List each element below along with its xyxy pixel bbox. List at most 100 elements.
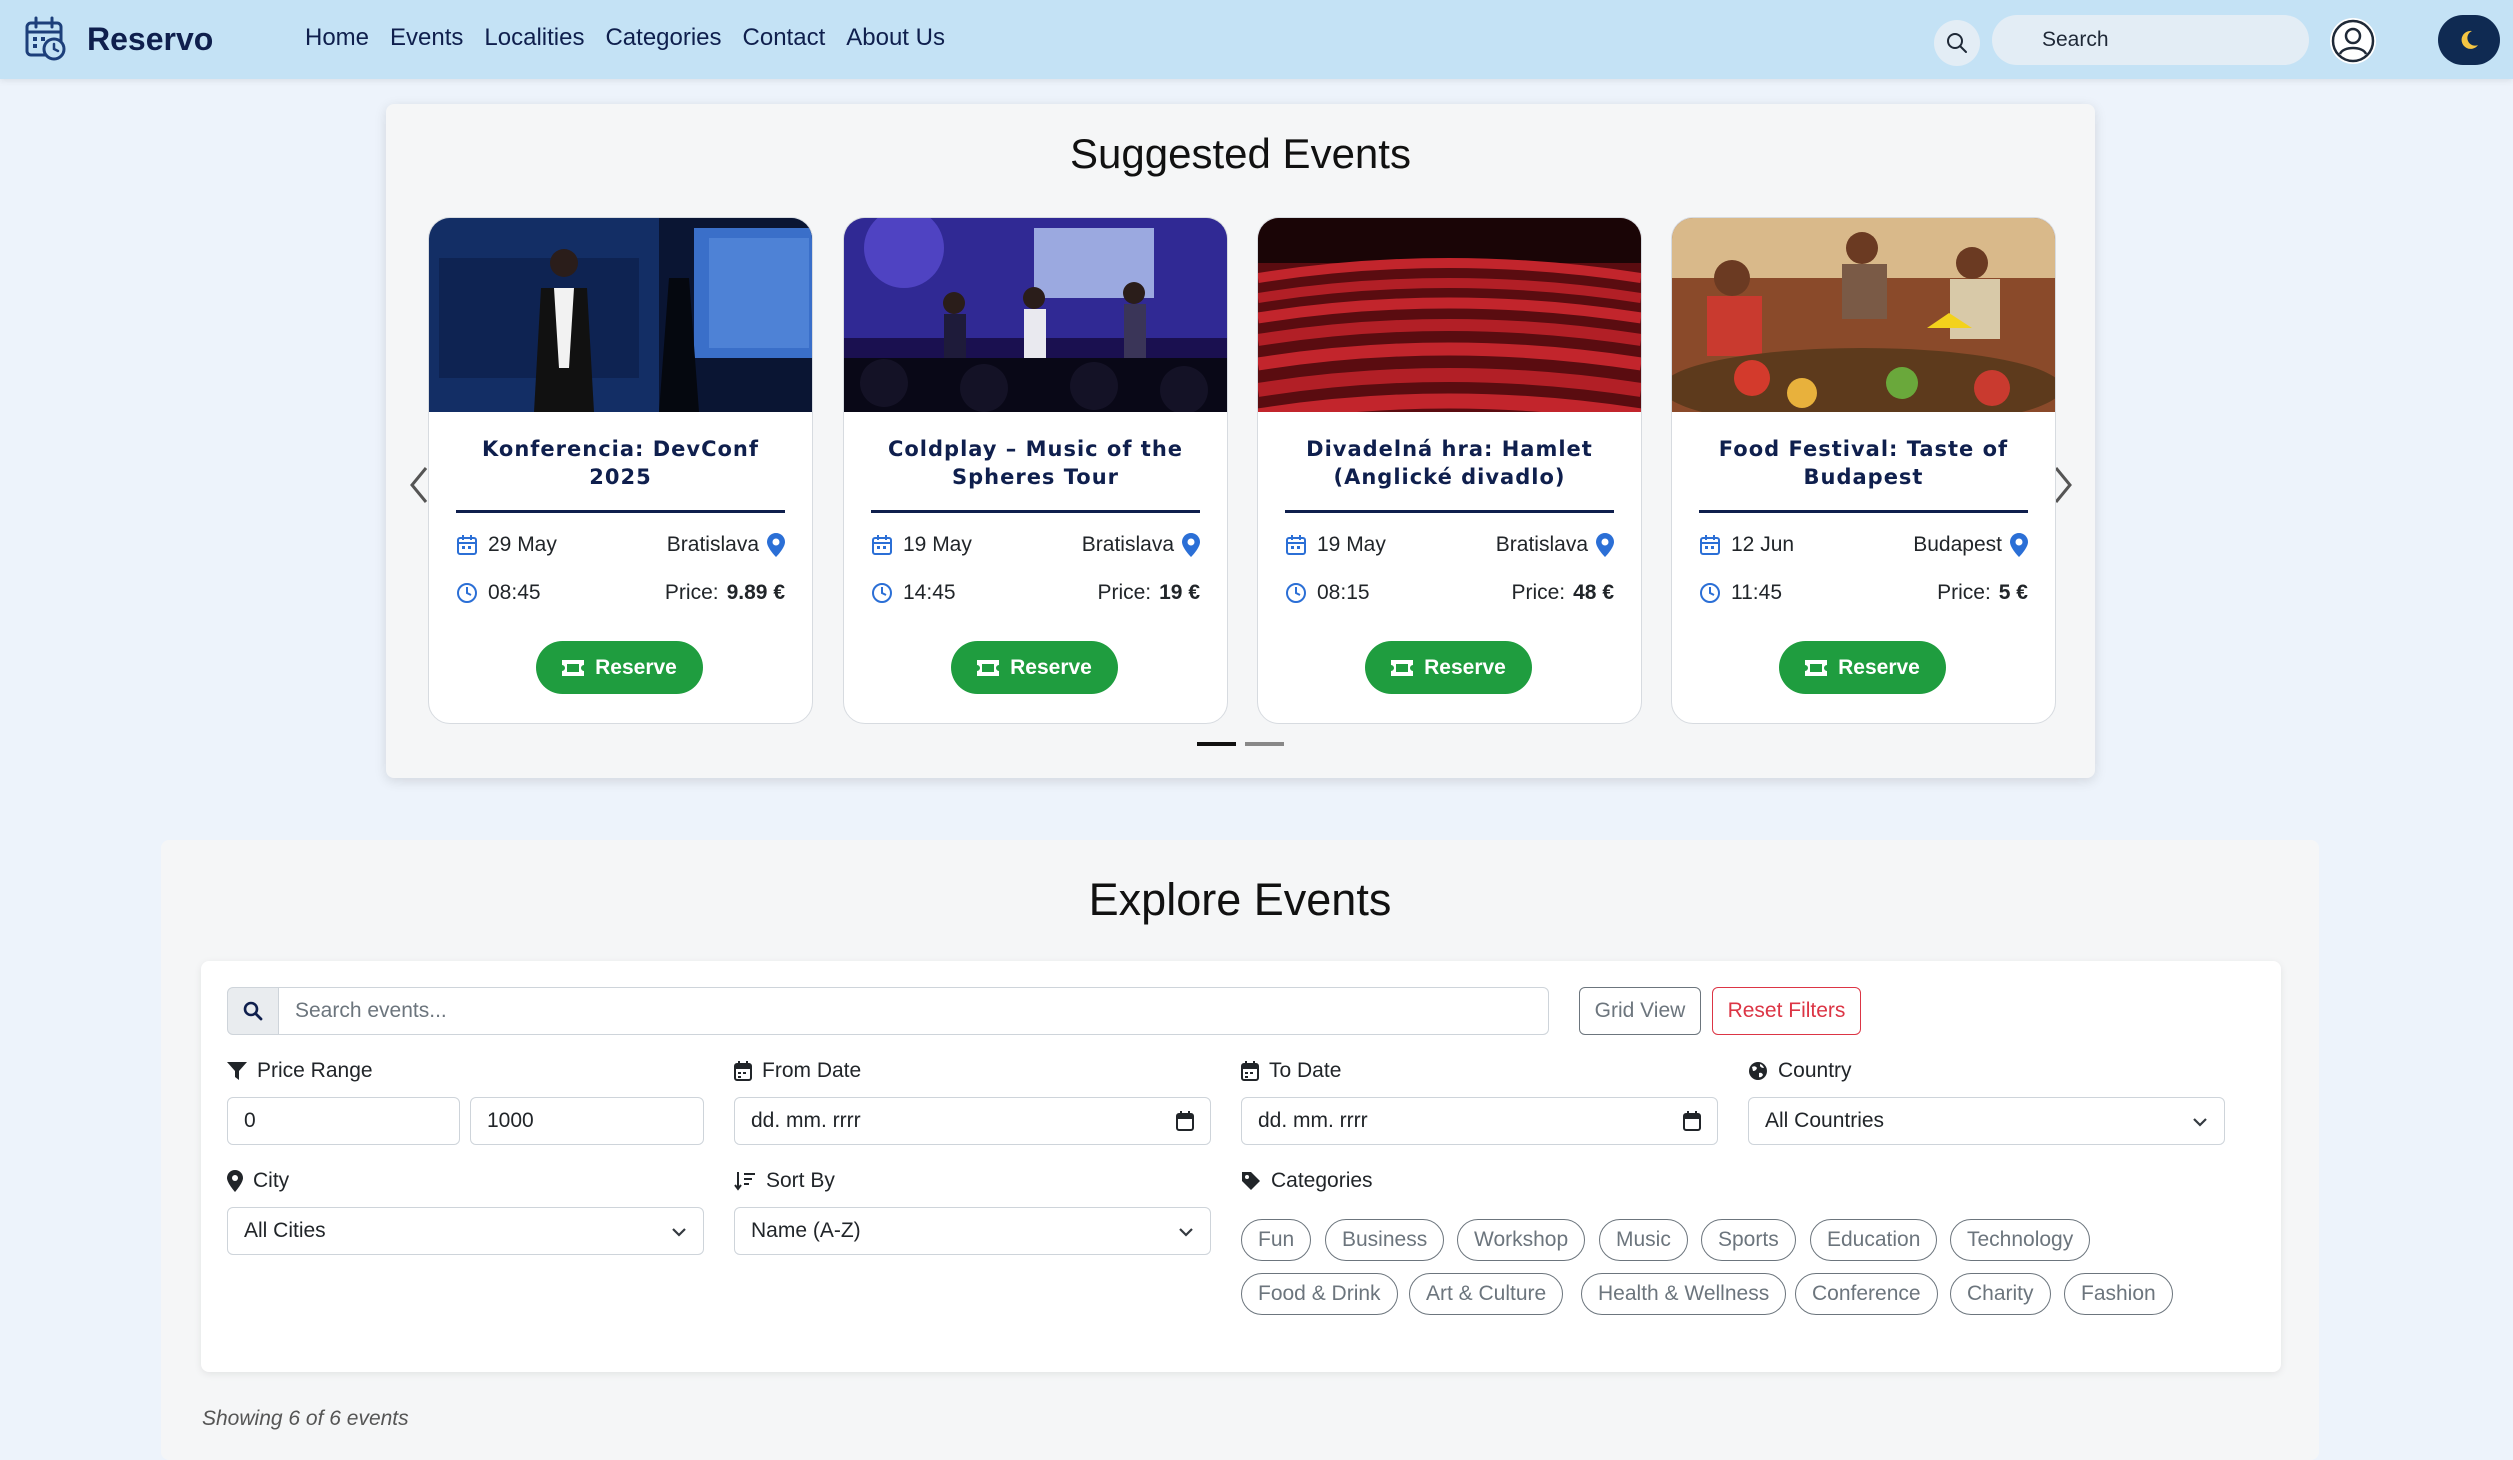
chevron-down-icon bbox=[1179, 1228, 1193, 1237]
brand-name: Reservo bbox=[87, 20, 214, 57]
to-date-label: To Date bbox=[1241, 1059, 1341, 1083]
calendar-icon bbox=[1241, 1061, 1259, 1081]
reserve-button[interactable]: Reserve bbox=[1779, 641, 1946, 694]
ticket-icon bbox=[1805, 659, 1828, 676]
calendar-picker-icon[interactable] bbox=[1683, 1111, 1701, 1131]
location-pin-icon bbox=[767, 533, 785, 557]
nav-categories[interactable]: Categories bbox=[605, 24, 721, 52]
category-chip-fun[interactable]: Fun bbox=[1241, 1219, 1312, 1261]
reserve-label: Reserve bbox=[1838, 655, 1920, 679]
country-select[interactable]: All Countries bbox=[1748, 1097, 2225, 1145]
category-chip-conference[interactable]: Conference bbox=[1795, 1273, 1938, 1315]
event-card[interactable]: Konferencia: DevConf 2025 29 May Bratisl… bbox=[428, 217, 813, 724]
carousel-indicator-active[interactable] bbox=[1197, 742, 1236, 746]
event-time: 14:45 bbox=[903, 581, 956, 604]
event-image-concert bbox=[844, 218, 1227, 412]
location-pin-icon bbox=[2010, 533, 2028, 557]
sort-by-selected: Name (A-Z) bbox=[751, 1219, 861, 1242]
categories-label-text: Categories bbox=[1271, 1169, 1373, 1192]
calendar-icon bbox=[1700, 535, 1720, 555]
search-button[interactable] bbox=[1934, 20, 1980, 66]
reserve-label: Reserve bbox=[1010, 655, 1092, 679]
reserve-button[interactable]: Reserve bbox=[951, 641, 1118, 694]
event-image-food-festival bbox=[1672, 218, 2055, 412]
price-label: Price: bbox=[1937, 581, 1991, 604]
event-time-price-row: 11:45 Price: 5 € bbox=[1699, 581, 2028, 605]
category-chip-workshop[interactable]: Workshop bbox=[1457, 1219, 1586, 1261]
category-chip-sports[interactable]: Sports bbox=[1701, 1219, 1796, 1261]
city-selected: All Cities bbox=[244, 1219, 326, 1242]
calendar-clock-logo-icon bbox=[25, 16, 66, 61]
sort-by-label-text: Sort By bbox=[766, 1169, 835, 1192]
category-chip-health-wellness[interactable]: Health & Wellness bbox=[1581, 1273, 1787, 1315]
event-image-theatre bbox=[1258, 218, 1641, 412]
event-price: 5 € bbox=[1998, 581, 2028, 604]
explore-events-section: Explore Events Search events... Grid Vie… bbox=[161, 840, 2319, 1460]
category-chip-fashion[interactable]: Fashion bbox=[2064, 1273, 2173, 1315]
calendar-icon bbox=[734, 1061, 752, 1081]
city-select[interactable]: All Cities bbox=[227, 1207, 704, 1255]
nav-events[interactable]: Events bbox=[390, 24, 463, 52]
category-chip-music[interactable]: Music bbox=[1599, 1219, 1688, 1261]
nav-about-us[interactable]: About Us bbox=[846, 24, 945, 52]
theme-toggle-button[interactable] bbox=[2438, 15, 2500, 65]
category-chip-art-culture[interactable]: Art & Culture bbox=[1409, 1273, 1564, 1315]
sort-by-label: Sort By bbox=[734, 1169, 835, 1193]
category-chip-business[interactable]: Business bbox=[1325, 1219, 1445, 1261]
chevron-down-icon bbox=[2193, 1118, 2207, 1127]
category-chip-food-drink[interactable]: Food & Drink bbox=[1241, 1273, 1398, 1315]
grid-view-button[interactable]: Grid View bbox=[1579, 987, 1701, 1035]
nav-localities[interactable]: Localities bbox=[484, 24, 584, 52]
brand[interactable]: Reservo bbox=[25, 16, 213, 62]
suggested-events-title: Suggested Events bbox=[1070, 130, 1411, 177]
reserve-button[interactable]: Reserve bbox=[536, 641, 703, 694]
reserve-button[interactable]: Reserve bbox=[1365, 641, 1532, 694]
event-card[interactable]: Divadelná hra: Hamlet (Anglické divadlo)… bbox=[1257, 217, 1642, 724]
category-chip-technology[interactable]: Technology bbox=[1950, 1219, 2091, 1261]
event-date-city-row: 12 Jun Budapest bbox=[1699, 533, 2028, 557]
event-city: Bratislava bbox=[666, 533, 759, 556]
nav-links: Home Events Localities Categories Contac… bbox=[305, 24, 966, 52]
nav-home[interactable]: Home bbox=[305, 24, 369, 52]
event-time: 08:45 bbox=[488, 581, 541, 604]
from-date-input[interactable]: dd. mm. rrrr bbox=[734, 1097, 1211, 1145]
calendar-picker-icon[interactable] bbox=[1176, 1111, 1194, 1131]
from-date-value: dd. mm. rrrr bbox=[751, 1109, 861, 1132]
sort-icon bbox=[734, 1172, 755, 1191]
price-range-label-text: Price Range bbox=[257, 1059, 373, 1082]
moon-icon bbox=[2461, 30, 2478, 49]
from-date-label-text: From Date bbox=[762, 1059, 862, 1082]
explore-events-title: Explore Events bbox=[1088, 874, 1392, 925]
clock-icon bbox=[1700, 583, 1720, 603]
divider bbox=[1285, 510, 1614, 513]
categories-label: Categories bbox=[1241, 1169, 1373, 1193]
user-avatar-button[interactable] bbox=[2330, 18, 2376, 64]
category-chip-education[interactable]: Education bbox=[1810, 1219, 1938, 1261]
event-card[interactable]: Coldplay – Music of the Spheres Tour 19 … bbox=[843, 217, 1228, 724]
sort-by-select[interactable]: Name (A-Z) bbox=[734, 1207, 1211, 1255]
navbar-search-input[interactable]: Search bbox=[1992, 15, 2309, 65]
category-chip-charity[interactable]: Charity bbox=[1950, 1273, 2051, 1315]
event-date: 19 May bbox=[903, 533, 972, 556]
event-price: 19 € bbox=[1159, 581, 1200, 604]
event-card[interactable]: Food Festival: Taste of Budapest 12 Jun … bbox=[1671, 217, 2056, 724]
event-title: Coldplay – Music of the Spheres Tour bbox=[887, 437, 1184, 489]
to-date-value: dd. mm. rrrr bbox=[1258, 1109, 1368, 1132]
event-image-conference bbox=[429, 218, 812, 412]
carousel-indicator[interactable] bbox=[1245, 742, 1284, 746]
event-date: 12 Jun bbox=[1731, 533, 1795, 556]
event-price: 48 € bbox=[1573, 581, 1614, 604]
event-search-group: Search events... bbox=[227, 987, 1549, 1035]
ticket-icon bbox=[977, 659, 1000, 676]
event-time: 11:45 bbox=[1731, 581, 1782, 604]
event-search-input[interactable]: Search events... bbox=[279, 987, 1549, 1035]
event-time-price-row: 08:45 Price: 9.89 € bbox=[456, 581, 785, 605]
event-title: Food Festival: Taste of Budapest bbox=[1718, 437, 2009, 489]
event-price: 9.89 € bbox=[726, 581, 785, 604]
nav-contact[interactable]: Contact bbox=[743, 24, 826, 52]
event-time-price-row: 08:15 Price: 48 € bbox=[1285, 581, 1614, 605]
to-date-input[interactable]: dd. mm. rrrr bbox=[1241, 1097, 1718, 1145]
price-min-input[interactable]: 0 bbox=[227, 1097, 460, 1145]
price-max-input[interactable]: 1000 bbox=[470, 1097, 704, 1145]
reset-filters-button[interactable]: Reset Filters bbox=[1712, 987, 1861, 1035]
